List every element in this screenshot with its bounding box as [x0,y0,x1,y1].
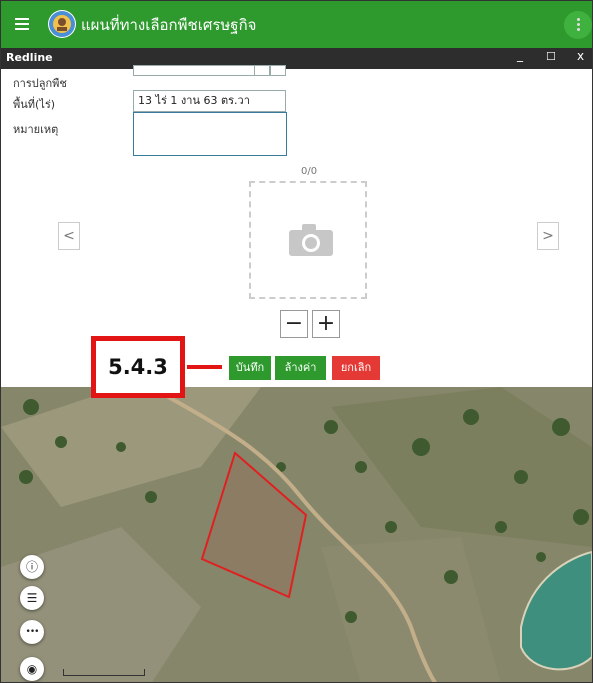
menu-icon[interactable] [15,18,29,30]
window-title: Redline [6,51,53,64]
photo-counter: 0/0 [301,166,318,177]
maximize-button[interactable]: ☐ [546,50,556,63]
app-frame: แผนที่ทางเลือกพืชเศรษฐกิจ Redline _ ☐ x … [0,0,593,683]
cancel-button[interactable]: ยกเลิก [332,356,380,380]
app-bar: แผนที่ทางเลือกพืชเศรษฐกิจ [1,1,592,48]
next-photo-button[interactable]: > [537,222,559,250]
zoom-out-button[interactable]: − [280,310,308,338]
crop-select-clear[interactable] [270,65,286,76]
zoom-in-button[interactable]: + [312,310,340,338]
satellite-map[interactable] [1,385,592,682]
prev-photo-button[interactable]: < [58,222,80,250]
save-button[interactable]: บันทึก [229,356,271,380]
more-icon[interactable]: ••• [20,620,44,644]
app-logo [48,10,76,38]
minimize-button[interactable]: _ [517,48,523,62]
annotation-pointer [187,365,222,369]
crop-select-toggle[interactable] [254,65,270,76]
list-icon[interactable]: ☰ [20,586,44,610]
camera-icon [289,224,333,256]
map-imagery [1,385,592,682]
crop-label: การปลูกพืช [13,77,67,90]
more-vert-icon[interactable] [564,11,592,39]
info-icon[interactable]: ⓘ [20,555,44,579]
step-annotation: 5.4.3 [91,336,185,398]
window-title-bar: Redline _ ☐ x [1,48,592,69]
close-button[interactable]: x [577,49,584,63]
map-scale-bar [63,669,145,676]
locate-icon[interactable]: ◉ [20,657,44,681]
photo-upload-area[interactable] [249,181,367,299]
clear-button[interactable]: ล้างค่า [275,356,326,380]
app-title: แผนที่ทางเลือกพืชเศรษฐกิจ [81,16,257,34]
area-field[interactable]: 13 ไร่ 1 งาน 63 ตร.วา [133,90,286,112]
note-label: หมายเหตุ [13,123,59,136]
note-textarea[interactable] [133,112,287,156]
area-label: พื้นที่(ไร่) [13,98,56,111]
